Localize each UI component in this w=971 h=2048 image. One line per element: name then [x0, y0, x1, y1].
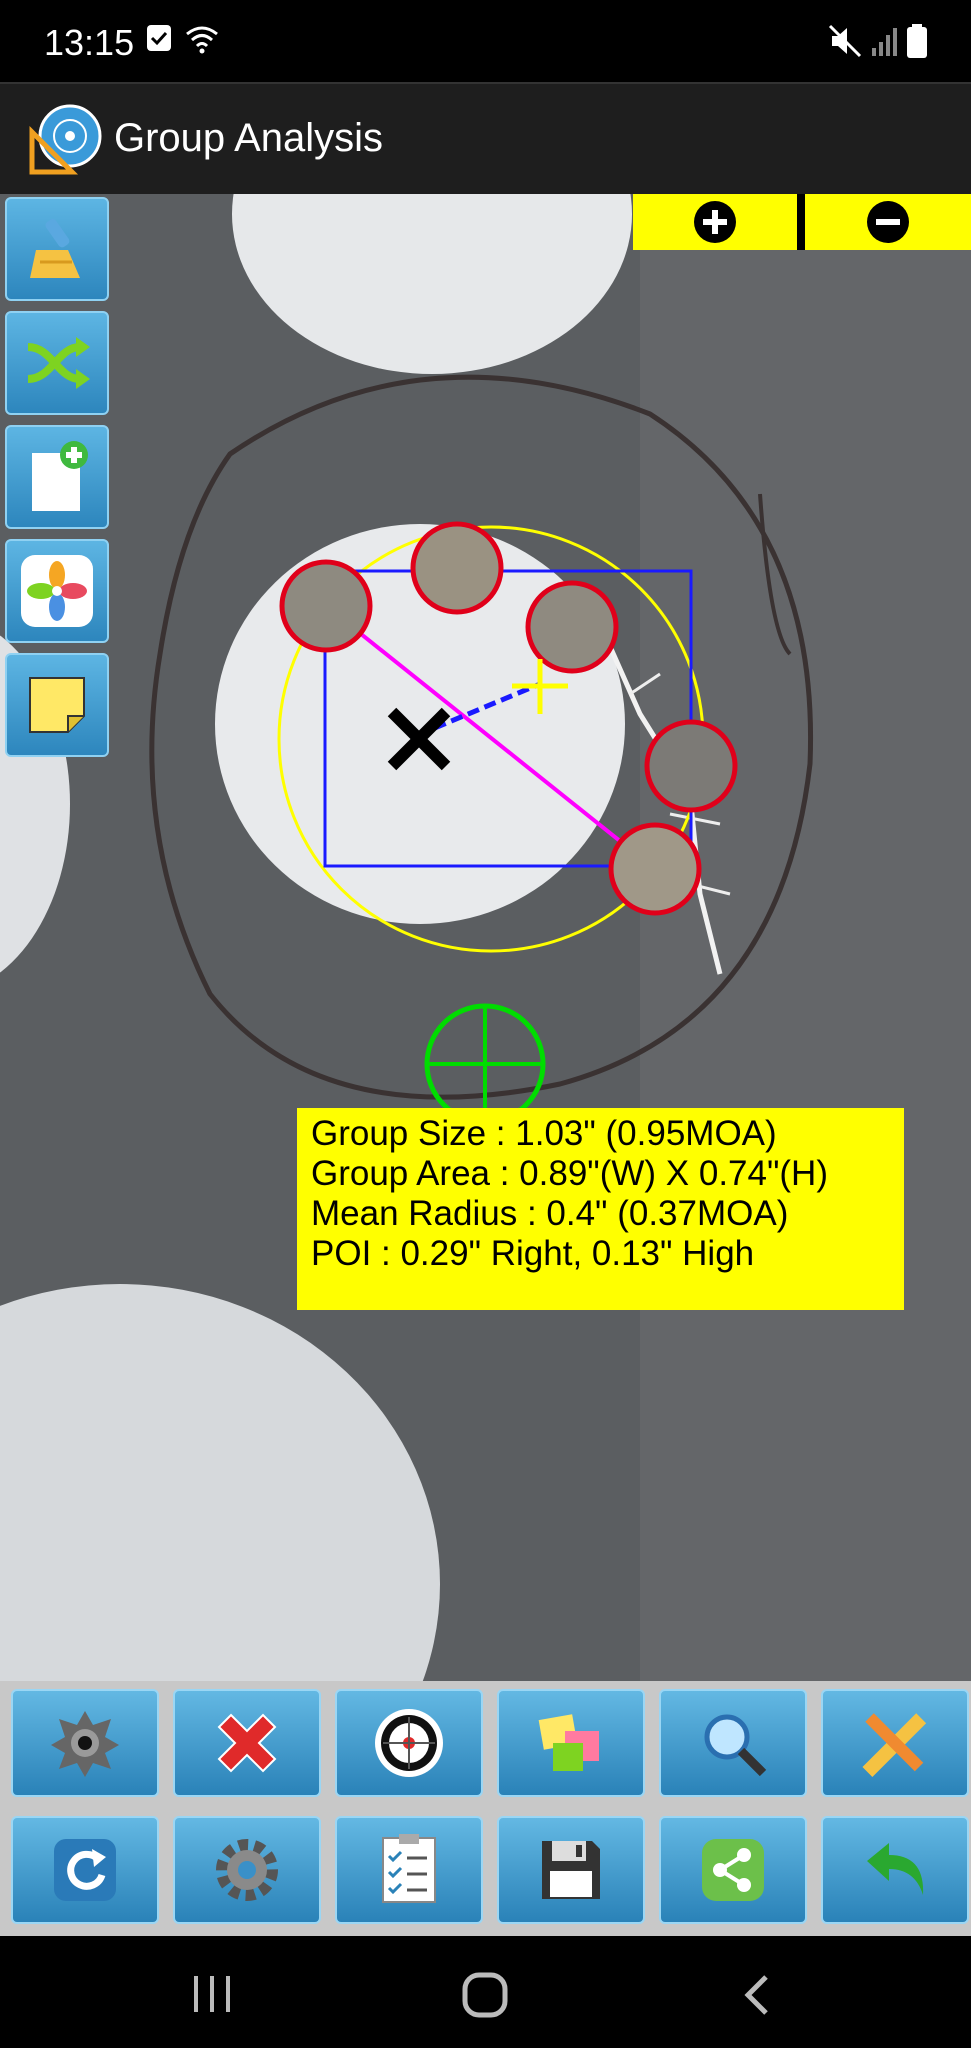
check-notification-icon — [147, 25, 171, 51]
settings-gear-icon — [216, 1839, 278, 1901]
mean-radius-text: Mean Radius : 0.4" (0.37MOA) — [311, 1194, 789, 1233]
shot-hole[interactable] — [410, 521, 504, 615]
undo-arrow-icon — [867, 1843, 924, 1895]
zoom-in-button[interactable] — [633, 194, 797, 250]
measure-button[interactable] — [821, 1689, 969, 1797]
report-button[interactable] — [335, 1816, 483, 1924]
zoom-in-plus-icon — [694, 201, 736, 243]
page-title: Group Analysis — [114, 116, 384, 160]
new-document-icon — [32, 441, 88, 511]
add-shot-button[interactable] — [11, 1689, 159, 1797]
checklist-icon — [382, 1834, 436, 1903]
ruler-pencil-icon — [862, 1713, 927, 1777]
mute-icon — [828, 24, 862, 58]
sticky-notes-icon — [538, 1714, 599, 1771]
save-floppy-icon — [542, 1841, 600, 1899]
group-size-text: Group Size : 1.03" (0.95MOA) — [311, 1114, 777, 1153]
app-bar: Group Analysis — [0, 82, 971, 194]
status-time: 13:15 — [44, 22, 135, 63]
system-nav-bar — [0, 1936, 971, 2048]
group-center-x-icon — [387, 707, 451, 771]
refresh-icon — [54, 1839, 116, 1901]
zoom-out-button[interactable] — [805, 194, 971, 250]
target-image-canvas[interactable] — [0, 194, 971, 1681]
target-button[interactable] — [335, 1689, 483, 1797]
signal-icon — [872, 28, 897, 56]
share-icon — [702, 1839, 764, 1901]
home-icon[interactable] — [462, 1972, 508, 2018]
battery-icon — [907, 24, 927, 58]
status-bar: 13:15 — [0, 0, 971, 82]
zoom-divider — [797, 194, 805, 250]
back-icon[interactable] — [742, 1974, 772, 2016]
notes-button[interactable] — [5, 653, 109, 757]
aim-point-crosshair-icon[interactable] — [424, 1003, 546, 1125]
shot-hole[interactable] — [279, 559, 373, 653]
new-document-button[interactable] — [5, 425, 109, 529]
settings-button[interactable] — [173, 1816, 321, 1924]
zoom-out-minus-icon — [867, 201, 909, 243]
target-icon — [375, 1709, 443, 1777]
group-stats-box: Group Size : 1.03" (0.95MOA) Group Area … — [297, 1108, 904, 1310]
clear-broom-icon — [30, 219, 80, 278]
recent-apps-icon[interactable] — [190, 1974, 234, 2014]
delete-shot-button[interactable] — [173, 1689, 321, 1797]
group-bounding-box — [323, 569, 693, 868]
delete-x-icon — [217, 1713, 277, 1773]
shuffle-button[interactable] — [5, 311, 109, 415]
target-ruler-logo-icon — [29, 104, 102, 175]
zoom-tool-button[interactable] — [659, 1689, 807, 1797]
wifi-icon — [186, 26, 218, 54]
sticky-note-icon — [29, 677, 85, 733]
magnifier-icon — [704, 1714, 767, 1777]
photos-gallery-icon — [21, 555, 93, 627]
group-area-text: Group Area : 0.89"(W) X 0.74"(H) — [311, 1154, 828, 1193]
refresh-button[interactable] — [11, 1816, 159, 1924]
notes-list-button[interactable] — [497, 1689, 645, 1797]
bullet-hole-icon — [51, 1711, 119, 1777]
share-button[interactable] — [659, 1816, 807, 1924]
shot-holes — [279, 521, 738, 916]
clear-button[interactable] — [5, 197, 109, 301]
shot-hole[interactable] — [644, 719, 738, 813]
save-button[interactable] — [497, 1816, 645, 1924]
shot-hole[interactable] — [525, 580, 619, 674]
bottom-toolbar — [0, 1681, 971, 1936]
shuffle-icon — [27, 337, 90, 389]
gallery-button[interactable] — [5, 539, 109, 643]
poi-text: POI : 0.29" Right, 0.13" High — [311, 1234, 755, 1273]
undo-button[interactable] — [821, 1816, 969, 1924]
shot-hole[interactable] — [608, 822, 702, 916]
analysis-overlay — [277, 521, 738, 1125]
